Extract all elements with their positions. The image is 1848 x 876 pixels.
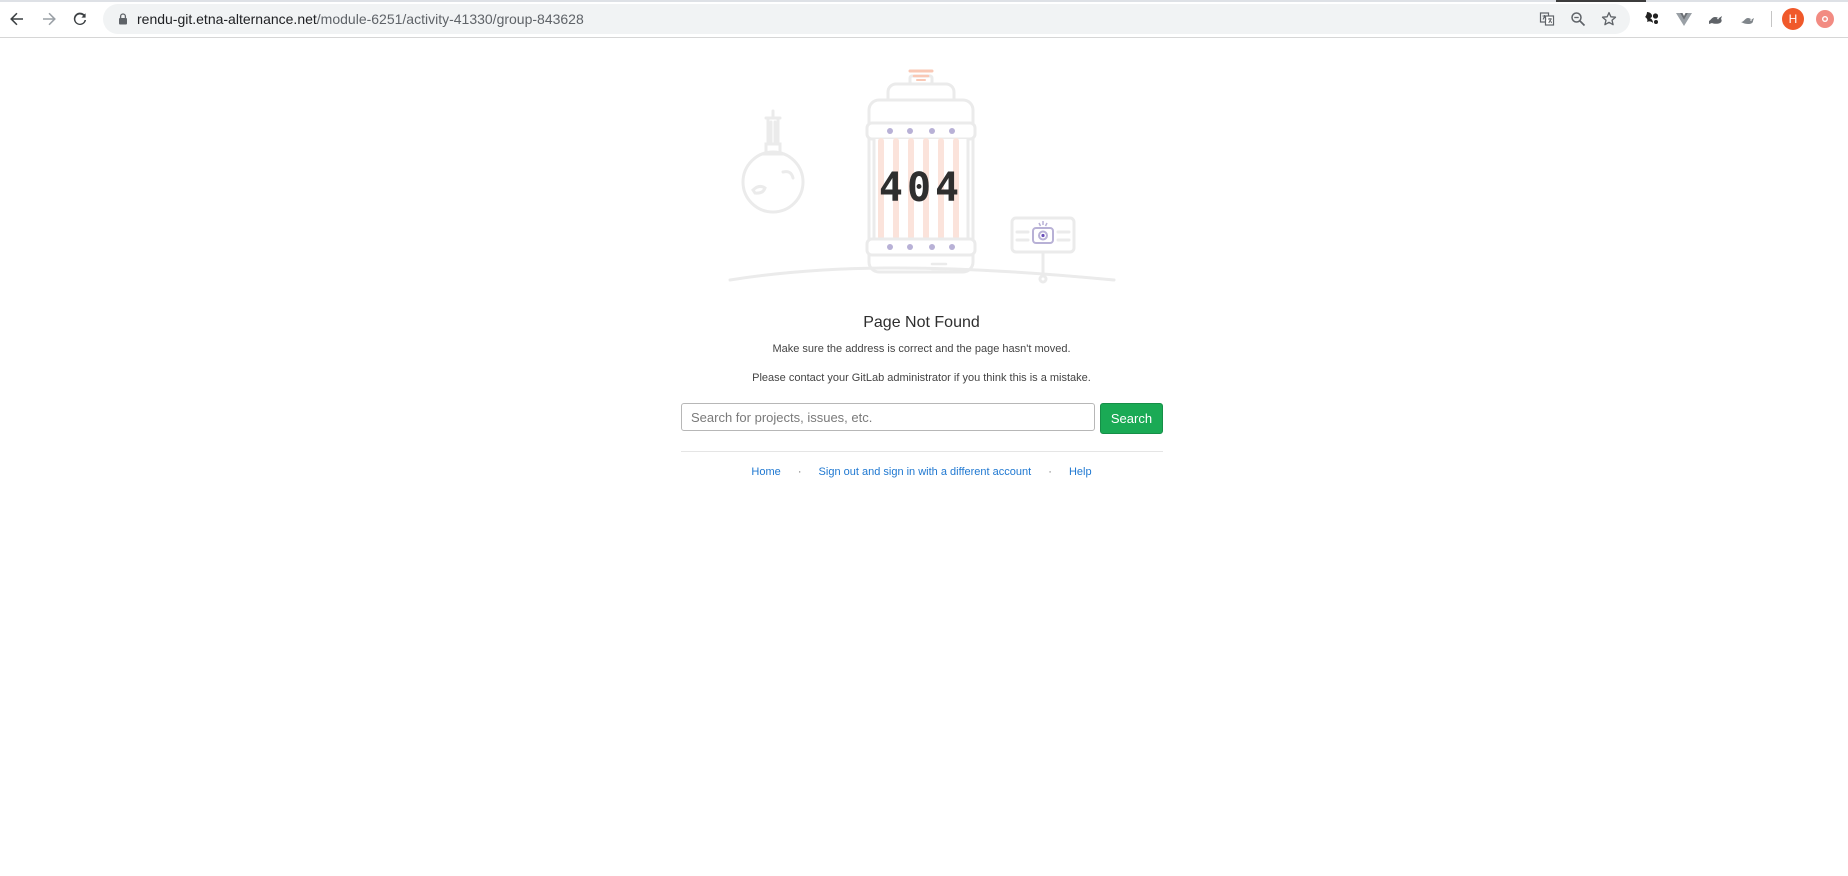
help-link[interactable]: Help	[1069, 466, 1092, 478]
address-bar[interactable]: rendu-git.etna-alternance.net/module-625…	[103, 4, 1630, 34]
sign-out-link[interactable]: Sign out and sign in with a different ac…	[819, 466, 1032, 478]
back-button[interactable]	[4, 6, 30, 32]
translate-icon[interactable]	[1538, 10, 1556, 28]
url-host: rendu-git.etna-alternance.net	[137, 11, 317, 27]
404-text: 404	[879, 165, 963, 211]
zoom-out-icon[interactable]	[1569, 10, 1587, 28]
search-input[interactable]	[681, 403, 1095, 431]
footer-divider	[681, 451, 1163, 452]
profile-avatar[interactable]: H	[1782, 8, 1804, 30]
forward-button[interactable]	[36, 6, 62, 32]
error-message-contact: Please contact your GitLab administrator…	[752, 372, 1091, 384]
browser-toolbar: rendu-git.etna-alternance.net/module-625…	[0, 0, 1848, 38]
reload-button[interactable]	[67, 6, 93, 32]
extension-gnome-icon[interactable]	[1642, 9, 1662, 29]
lock-icon[interactable]	[116, 12, 130, 26]
toolbar-separator	[1771, 11, 1772, 27]
404-illustration: 404	[728, 69, 1116, 284]
arrow-left-icon	[9, 11, 25, 27]
error-message-address: Make sure the address is correct and the…	[772, 343, 1071, 355]
arrow-right-icon	[41, 11, 57, 27]
search-form: Search	[681, 403, 1163, 435]
footer-links: Home · Sign out and sign in with a diffe…	[0, 465, 1843, 479]
url-text[interactable]: rendu-git.etna-alternance.net/module-625…	[137, 10, 584, 28]
home-link[interactable]: Home	[751, 466, 780, 478]
record-icon[interactable]	[1816, 10, 1834, 28]
footer-separator: ·	[797, 466, 802, 478]
active-tab-edge	[1556, 0, 1646, 2]
camera-icon	[1032, 221, 1054, 244]
extension-vue-icon[interactable]	[1674, 9, 1694, 29]
footer-separator: ·	[1048, 466, 1052, 478]
extension-bird-icon[interactable]	[1706, 9, 1726, 29]
search-button[interactable]: Search	[1100, 403, 1163, 434]
reload-icon	[72, 11, 88, 27]
url-path: /module-6251/activity-41330/group-843628	[316, 11, 584, 27]
page-title: Page Not Found	[863, 314, 980, 331]
extension-bird-2-icon[interactable]	[1738, 9, 1758, 29]
star-icon[interactable]	[1600, 10, 1618, 28]
